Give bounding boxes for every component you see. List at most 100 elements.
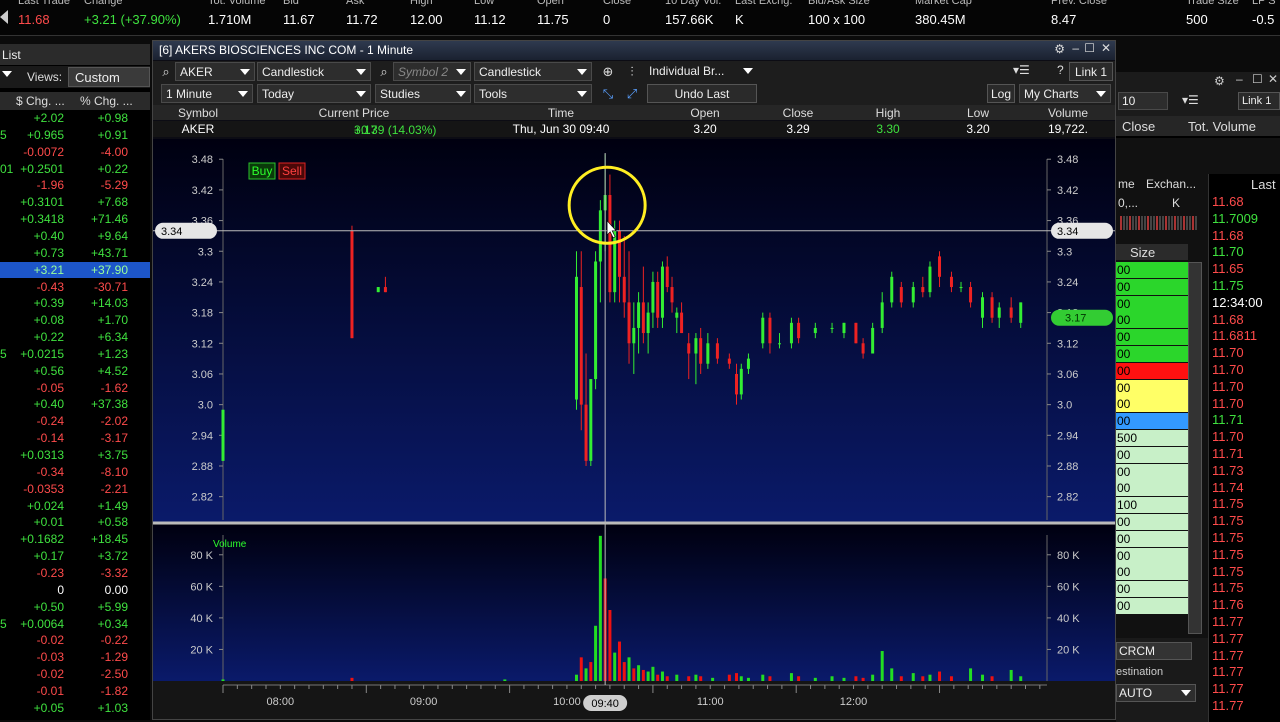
chart-type2-select[interactable]: Candlestick [474, 62, 592, 81]
watchlist-row[interactable]: -0.01 -1.82 [0, 683, 150, 700]
level2-size-row[interactable]: 00 [1116, 362, 1188, 379]
watchlist-row[interactable]: +0.50 +5.99 [0, 599, 150, 616]
watchlist-row[interactable]: +3.21 +37.90 [0, 261, 150, 279]
interval-select[interactable]: 1 Minute [161, 84, 253, 103]
level2-size-row[interactable]: 00 [1116, 278, 1188, 295]
watchlist-row[interactable]: -0.05 -1.62 [0, 380, 150, 397]
watchlist-row[interactable]: +0.08 +1.70 [0, 312, 150, 329]
level2-size-row[interactable]: 00 [1116, 547, 1188, 564]
watchlist-row[interactable]: +0.22 +6.34 [0, 329, 150, 346]
minimize-icon[interactable]: – [1072, 41, 1079, 55]
level2-size-row[interactable]: 00 [1116, 312, 1188, 329]
watchlist-row[interactable]: -0.0072 -4.00 [0, 144, 150, 161]
level2-size-row[interactable]: 00 [1116, 581, 1188, 598]
link-button[interactable]: Link 1 [1238, 92, 1280, 110]
watchlist-row[interactable]: 01 +0.2501 +0.22 [0, 161, 150, 178]
level2-size-row[interactable]: 00 [1116, 396, 1188, 413]
symbol2-input[interactable]: Symbol 2 [393, 62, 471, 81]
price-volume-chart[interactable]: 3.48 3.483.42 3.423.36 3.363.3 3.33.24 3.243.… [153, 139, 1115, 719]
watchlist-row[interactable]: 5 +0.965 +0.91 [0, 127, 150, 144]
level2-size-row[interactable]: 500 [1116, 430, 1188, 446]
level2-size-row[interactable]: 00 [1116, 329, 1188, 346]
menu-icon[interactable]: ▾☰ [1182, 93, 1199, 107]
watchlist-row[interactable]: +0.01 +0.58 [0, 514, 150, 531]
level2-size-row[interactable]: 00 [1116, 346, 1188, 362]
watchlist-row[interactable]: +0.73 +43.71 [0, 245, 150, 262]
watchlist-row[interactable]: -0.23 -3.32 [0, 565, 150, 582]
watchlist-row[interactable]: -0.24 -2.02 [0, 413, 150, 430]
watchlist-row[interactable]: -0.0353 -2.21 [0, 481, 150, 498]
time-axis[interactable] [153, 681, 1115, 719]
route-field[interactable]: CRCM [1116, 642, 1192, 660]
watchlist-row[interactable]: -1.96 -5.29 [0, 177, 150, 194]
watchlist-row[interactable]: 5 +0.0064 +0.34 [0, 616, 150, 633]
watchlist-row[interactable]: +0.56 +4.52 [0, 363, 150, 380]
watchlist-row[interactable]: +0.17 +3.72 [0, 548, 150, 565]
maximize-icon[interactable]: ☐ [1252, 72, 1263, 86]
undo-last-button[interactable]: Undo Last [647, 84, 757, 103]
volume-pane[interactable] [153, 525, 1115, 681]
col-percent-change[interactable]: % Chg. ... [80, 94, 133, 108]
level2-size-row[interactable]: 00 [1116, 413, 1188, 430]
zoom-icon[interactable]: ⊕ [599, 63, 617, 81]
col-dollar-change[interactable]: $ Chg. ... [16, 94, 65, 108]
level2-size-row[interactable]: 00 [1116, 379, 1188, 396]
search-icon[interactable]: ⌕ [157, 63, 175, 81]
level2-size-row[interactable]: 00 [1116, 598, 1188, 614]
minimize-icon[interactable]: – [1236, 72, 1243, 86]
watchlist-row[interactable]: +0.3418 +71.46 [0, 211, 150, 228]
menu-icon[interactable]: ▾☰ [1013, 63, 1047, 80]
destination-select[interactable]: AUTO [1116, 684, 1196, 702]
level2-scrollbar[interactable] [1188, 262, 1202, 634]
settings-gear-icon[interactable]: ⚙ [1054, 42, 1065, 56]
watchlist-row[interactable]: -0.02 -2.50 [0, 666, 150, 683]
maximize-icon[interactable]: ☐ [1084, 41, 1095, 55]
watchlist-row[interactable]: +2.02 +0.98 [0, 110, 150, 127]
watchlist-row[interactable]: 0 0.00 [0, 582, 150, 599]
chart-type-select[interactable]: Candlestick [257, 62, 371, 81]
close-icon[interactable]: ✕ [1101, 41, 1111, 55]
watchlist-row[interactable]: -0.02 -0.22 [0, 632, 150, 649]
chart-title-bar[interactable]: [6] AKERS BIOSCIENCES INC COM - 1 Minute… [153, 41, 1115, 60]
settings-gear-icon[interactable]: ⚙ [1214, 74, 1225, 88]
sell-button-label[interactable]: Sell [282, 164, 302, 178]
level2-size-row[interactable]: 00 [1116, 564, 1188, 581]
search-icon[interactable]: ⌕ [375, 63, 393, 81]
level2-size-row[interactable]: 00 [1116, 530, 1188, 547]
close-icon[interactable]: ✕ [1268, 72, 1278, 86]
watchlist-row[interactable]: -0.34 -8.10 [0, 464, 150, 481]
studies-select[interactable]: Studies [375, 84, 471, 103]
symbol-input[interactable]: AKER [175, 62, 255, 81]
level2-size-row[interactable]: 00 [1116, 295, 1188, 312]
views-dropdown-arrow-icon[interactable] [2, 71, 12, 77]
watchlist-row[interactable]: +0.024 +1.49 [0, 498, 150, 515]
watchlist-row[interactable]: +0.1682 +18.45 [0, 531, 150, 548]
help-icon[interactable]: ? [1057, 63, 1064, 77]
scroll-left-arrow-icon[interactable] [0, 10, 8, 24]
watchlist-row[interactable]: 5 +0.0215 +1.23 [0, 346, 150, 363]
level2-depth-select[interactable]: 10 [1118, 92, 1168, 110]
views-select[interactable]: Custom [68, 67, 150, 87]
level2-size-row[interactable]: 00 [1116, 446, 1188, 463]
link-button[interactable]: Link 1 [1069, 62, 1113, 81]
buy-button-label[interactable]: Buy [252, 164, 273, 178]
watchlist-row[interactable]: +0.40 +37.38 [0, 396, 150, 413]
watchlist-row[interactable]: +0.40 +9.64 [0, 228, 150, 245]
col-total-volume[interactable]: Tot. Volume [1188, 119, 1256, 134]
log-button[interactable]: Log [987, 84, 1015, 103]
watchlist-row[interactable]: -0.43 -30.71 [0, 279, 150, 296]
watchlist-row[interactable]: -0.14 -3.17 [0, 430, 150, 447]
level2-size-row[interactable]: 100 [1116, 497, 1188, 514]
my-charts-select[interactable]: My Charts [1019, 84, 1111, 103]
watchlist-row[interactable]: +0.3101 +7.68 [0, 194, 150, 211]
watchlist-row[interactable]: +0.0313 +3.75 [0, 447, 150, 464]
reset-zoom-icon[interactable]: ⤢ [623, 85, 641, 103]
watchlist-row[interactable]: +0.39 +14.03 [0, 295, 150, 312]
level2-size-row[interactable]: 00 [1116, 463, 1188, 480]
level2-size-row[interactable]: 00 [1116, 480, 1188, 497]
col-close[interactable]: Close [1122, 119, 1155, 134]
fit-chart-icon[interactable]: ⤡ [599, 85, 617, 103]
range-select[interactable]: Today [257, 84, 371, 103]
level2-size-row[interactable]: 00 [1116, 514, 1188, 530]
watchlist-row[interactable]: -0.03 -1.29 [0, 649, 150, 666]
